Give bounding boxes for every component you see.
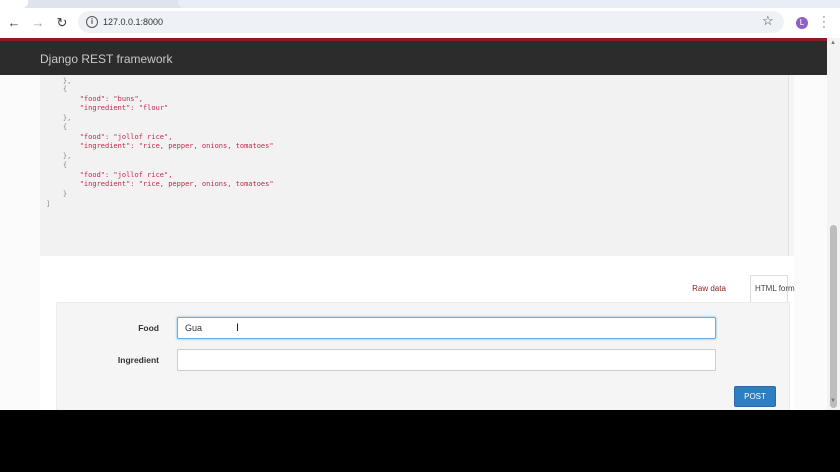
response-line: "food": "jollof rice", (46, 133, 173, 141)
browser-tab[interactable] (0, 0, 28, 8)
food-label: Food (138, 323, 159, 333)
response-line: "ingredient": "rice, pepper, onions, tom… (46, 142, 274, 150)
brand-link[interactable]: Django REST framework (40, 52, 173, 66)
response-line: "ingredient": "rice, pepper, onions, tom… (46, 180, 274, 188)
response-line: { (46, 123, 68, 131)
post-button[interactable]: POST (734, 386, 776, 407)
text-cursor-icon: I (236, 322, 240, 334)
response-line: ] (46, 200, 51, 208)
html-form: Food Gua I Ingredient POST (56, 302, 790, 410)
response-body: }, { "food": "buns", "ingredient": "flou… (40, 75, 789, 257)
url-text[interactable]: 127.0.0.1:8000 (103, 15, 163, 29)
response-line: } (46, 190, 68, 198)
response-line: }, (46, 152, 72, 160)
tab-html-form[interactable]: HTML form (750, 275, 795, 302)
arrow-right-icon[interactable]: → (30, 15, 46, 31)
kebab-menu-icon[interactable]: · · · (820, 12, 828, 33)
address-bar[interactable]: i 127.0.0.1:8000 ☆ (78, 11, 784, 33)
response-line: "food": "jollof rice", (46, 171, 173, 179)
scroll-thumb[interactable] (830, 225, 837, 408)
arrow-left-icon[interactable]: ← (6, 15, 22, 31)
page-viewport: Django REST framework }, { "food": "buns… (0, 38, 827, 410)
food-input-value: Gua (185, 323, 203, 333)
star-icon[interactable]: ☆ (762, 13, 774, 29)
ingredient-label: Ingredient (117, 355, 159, 365)
ingredient-input[interactable] (177, 349, 716, 371)
response-line: "food": "buns", (46, 95, 143, 103)
request-form-section: Raw data HTML form Food Gua I Ingredient… (40, 256, 795, 410)
browser-window: ← → ↻ i 127.0.0.1:8000 ☆ L · · · Django RE… (0, 0, 840, 410)
page-scrollbar[interactable]: ▲ ▼ (827, 38, 840, 410)
reload-icon[interactable]: ↻ (54, 15, 70, 31)
scroll-up-icon[interactable]: ▲ (830, 40, 836, 46)
response-line: { (46, 161, 68, 169)
response-line: }, (46, 114, 72, 122)
browser-toolbar: ← → ↻ i 127.0.0.1:8000 ☆ L · · · (0, 8, 840, 38)
top-navbar: Django REST framework (0, 38, 827, 75)
tab-raw-data[interactable]: Raw data (668, 275, 750, 302)
food-input[interactable]: Gua I (177, 317, 716, 339)
scroll-down-icon[interactable]: ▼ (830, 398, 836, 404)
tab-strip (0, 0, 840, 8)
response-line: "ingredient": "flour" (46, 104, 169, 112)
tab-strip-background (178, 0, 840, 8)
profile-avatar[interactable]: L (796, 17, 808, 29)
info-icon[interactable]: i (86, 16, 98, 28)
response-line: { (46, 85, 68, 93)
content-card: }, { "food": "buns", "ingredient": "flou… (40, 75, 795, 410)
